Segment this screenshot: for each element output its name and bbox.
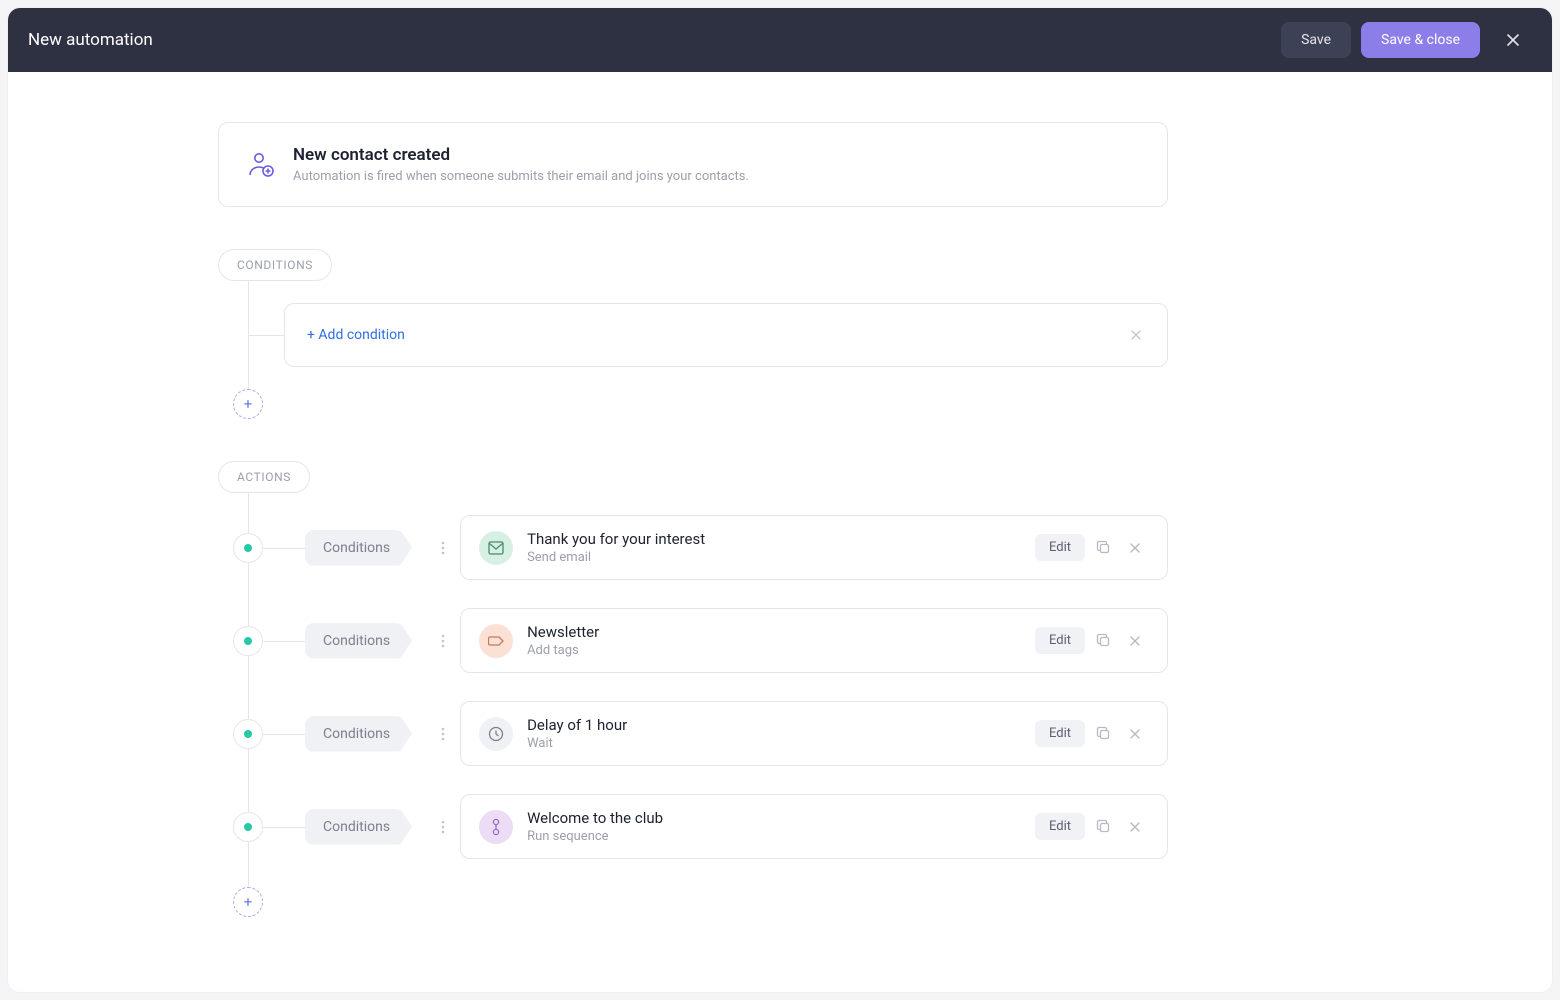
drag-handle-icon[interactable] (436, 633, 450, 649)
action-row: Conditions Delay of 1 hour Wait Edit (248, 701, 1168, 766)
trigger-subtitle: Automation is fired when someone submits… (293, 169, 749, 184)
conditions-chip-label: Conditions (323, 726, 390, 742)
edit-button[interactable]: Edit (1035, 627, 1085, 654)
save-button[interactable]: Save (1281, 22, 1351, 58)
conditions-section: CONDITIONS + Add condition + (218, 249, 1168, 419)
save-and-close-button[interactable]: Save & close (1361, 22, 1480, 58)
clock-icon (479, 717, 513, 751)
action-card[interactable]: Delay of 1 hour Wait Edit (460, 701, 1168, 766)
actions-section-label: ACTIONS (218, 461, 310, 493)
delete-icon[interactable] (1121, 813, 1149, 841)
actions-section: ACTIONS Conditions Thank you for your in… (218, 461, 1168, 917)
action-card[interactable]: Thank you for your interest Send email E… (460, 515, 1168, 580)
tag-icon (479, 624, 513, 658)
status-indicator (233, 533, 263, 563)
conditions-chip-label: Conditions (323, 633, 390, 649)
add-condition-node[interactable]: + (233, 389, 263, 419)
trigger-card[interactable]: New contact created Automation is fired … (218, 122, 1168, 207)
delete-icon[interactable] (1121, 534, 1149, 562)
duplicate-icon[interactable] (1089, 813, 1117, 841)
canvas: New contact created Automation is fired … (8, 72, 1552, 992)
action-title: Thank you for your interest (527, 530, 1035, 548)
contact-created-icon (245, 149, 277, 181)
action-subtitle: Run sequence (527, 829, 1035, 844)
conditions-chip-label: Conditions (323, 540, 390, 556)
email-icon (479, 531, 513, 565)
status-indicator (233, 719, 263, 749)
close-icon[interactable] (1127, 326, 1145, 344)
automation-editor: New automation Save Save & close N (8, 8, 1552, 992)
conditions-chip[interactable]: Conditions (305, 809, 412, 845)
header-bar: New automation Save Save & close (8, 8, 1552, 72)
action-row: Conditions Newsletter Add tags Edit (248, 608, 1168, 673)
condition-card: + Add condition (284, 303, 1168, 367)
action-title: Newsletter (527, 623, 1035, 641)
trigger-title: New contact created (293, 145, 749, 165)
conditions-chip[interactable]: Conditions (305, 716, 412, 752)
add-action-node[interactable]: + (233, 887, 263, 917)
action-card[interactable]: Newsletter Add tags Edit (460, 608, 1168, 673)
conditions-chip[interactable]: Conditions (305, 623, 412, 659)
action-title: Delay of 1 hour (527, 716, 1035, 734)
edit-button[interactable]: Edit (1035, 813, 1085, 840)
action-title: Welcome to the club (527, 809, 1035, 827)
drag-handle-icon[interactable] (436, 819, 450, 835)
conditions-chip-label: Conditions (323, 819, 390, 835)
close-icon[interactable] (1494, 21, 1532, 59)
drag-handle-icon[interactable] (436, 540, 450, 556)
duplicate-icon[interactable] (1089, 720, 1117, 748)
edit-button[interactable]: Edit (1035, 534, 1085, 561)
delete-icon[interactable] (1121, 720, 1149, 748)
action-row: Conditions Welcome to the club Run seque… (248, 794, 1168, 859)
duplicate-icon[interactable] (1089, 627, 1117, 655)
drag-handle-icon[interactable] (436, 726, 450, 742)
conditions-section-label: CONDITIONS (218, 249, 332, 281)
sequence-icon (479, 810, 513, 844)
delete-icon[interactable] (1121, 627, 1149, 655)
duplicate-icon[interactable] (1089, 534, 1117, 562)
status-indicator (233, 812, 263, 842)
conditions-chip[interactable]: Conditions (305, 530, 412, 566)
status-indicator (233, 626, 263, 656)
page-title: New automation (28, 30, 1281, 50)
action-card[interactable]: Welcome to the club Run sequence Edit (460, 794, 1168, 859)
edit-button[interactable]: Edit (1035, 720, 1085, 747)
action-subtitle: Add tags (527, 643, 1035, 658)
action-row: Conditions Thank you for your interest S… (248, 515, 1168, 580)
action-subtitle: Wait (527, 736, 1035, 751)
action-subtitle: Send email (527, 550, 1035, 565)
add-condition-link[interactable]: + Add condition (307, 327, 1127, 343)
